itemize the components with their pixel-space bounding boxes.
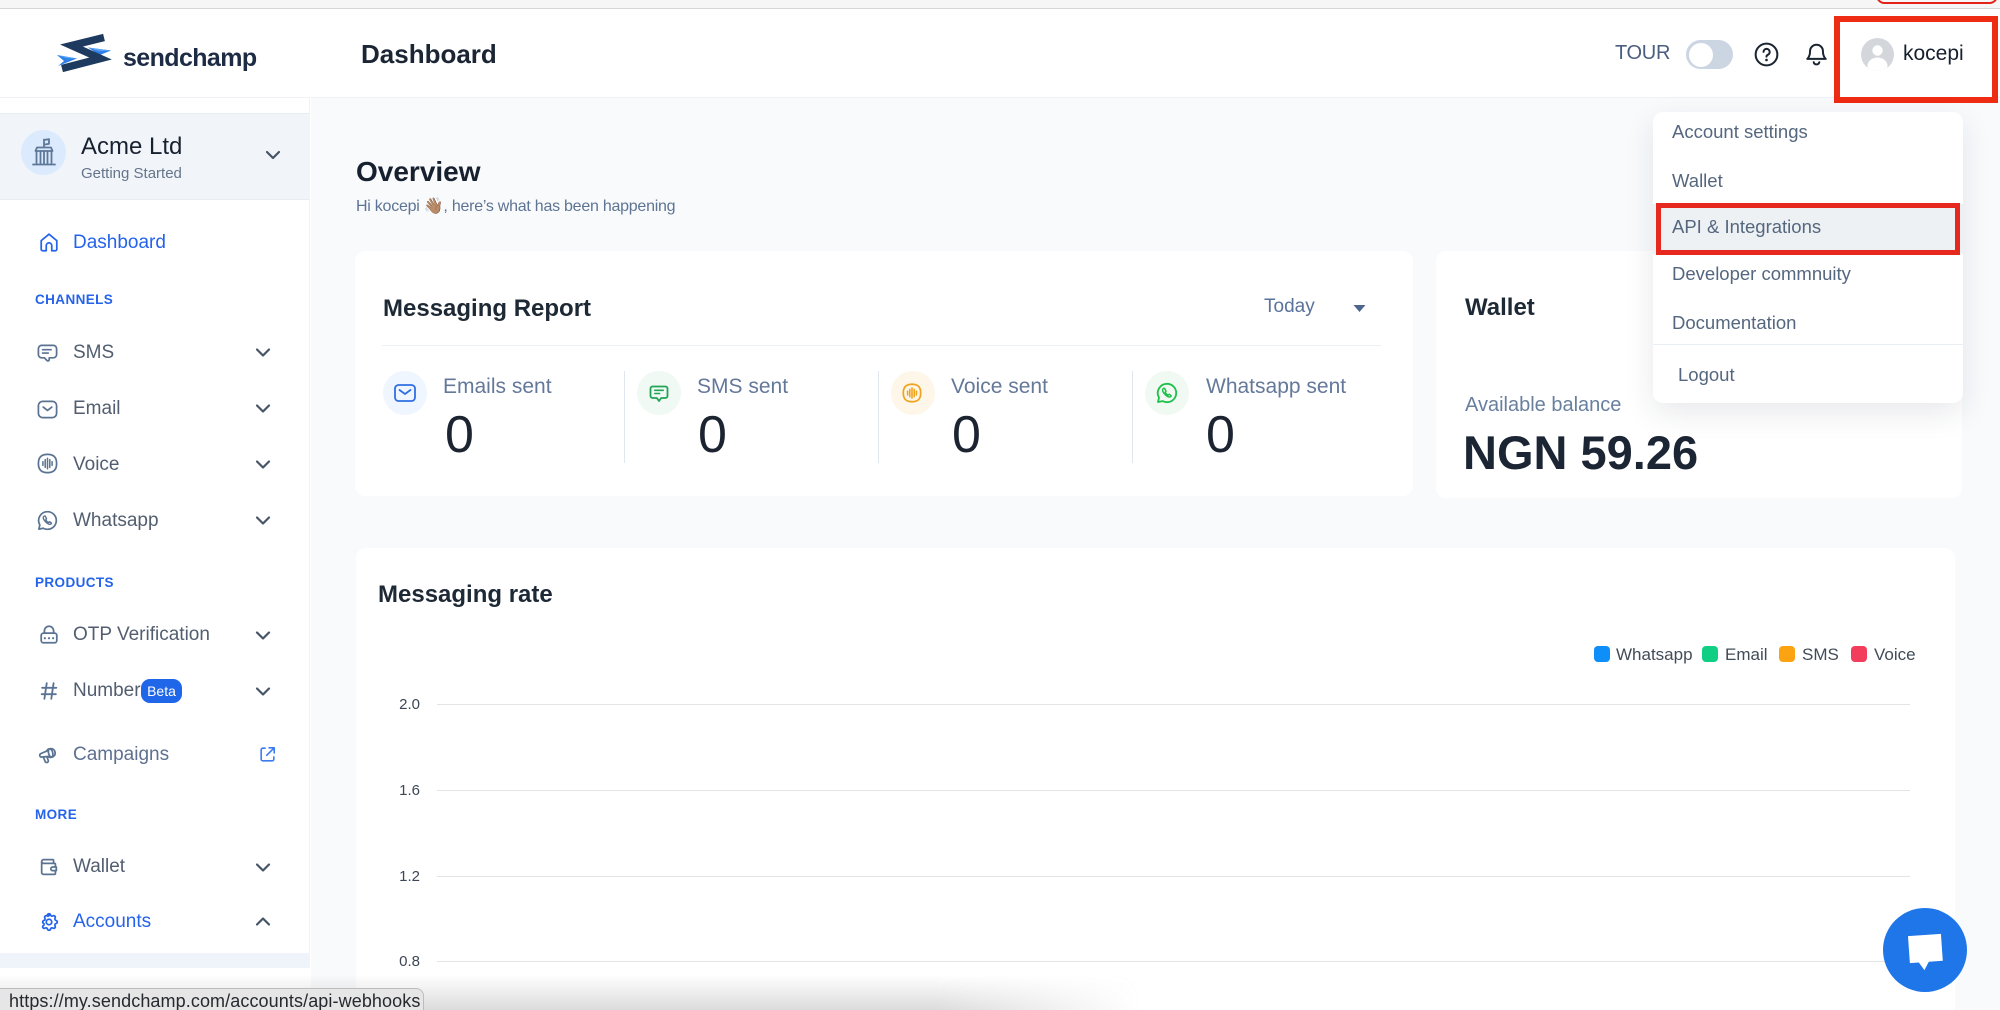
svg-text:sendchamp: sendchamp bbox=[123, 44, 257, 72]
